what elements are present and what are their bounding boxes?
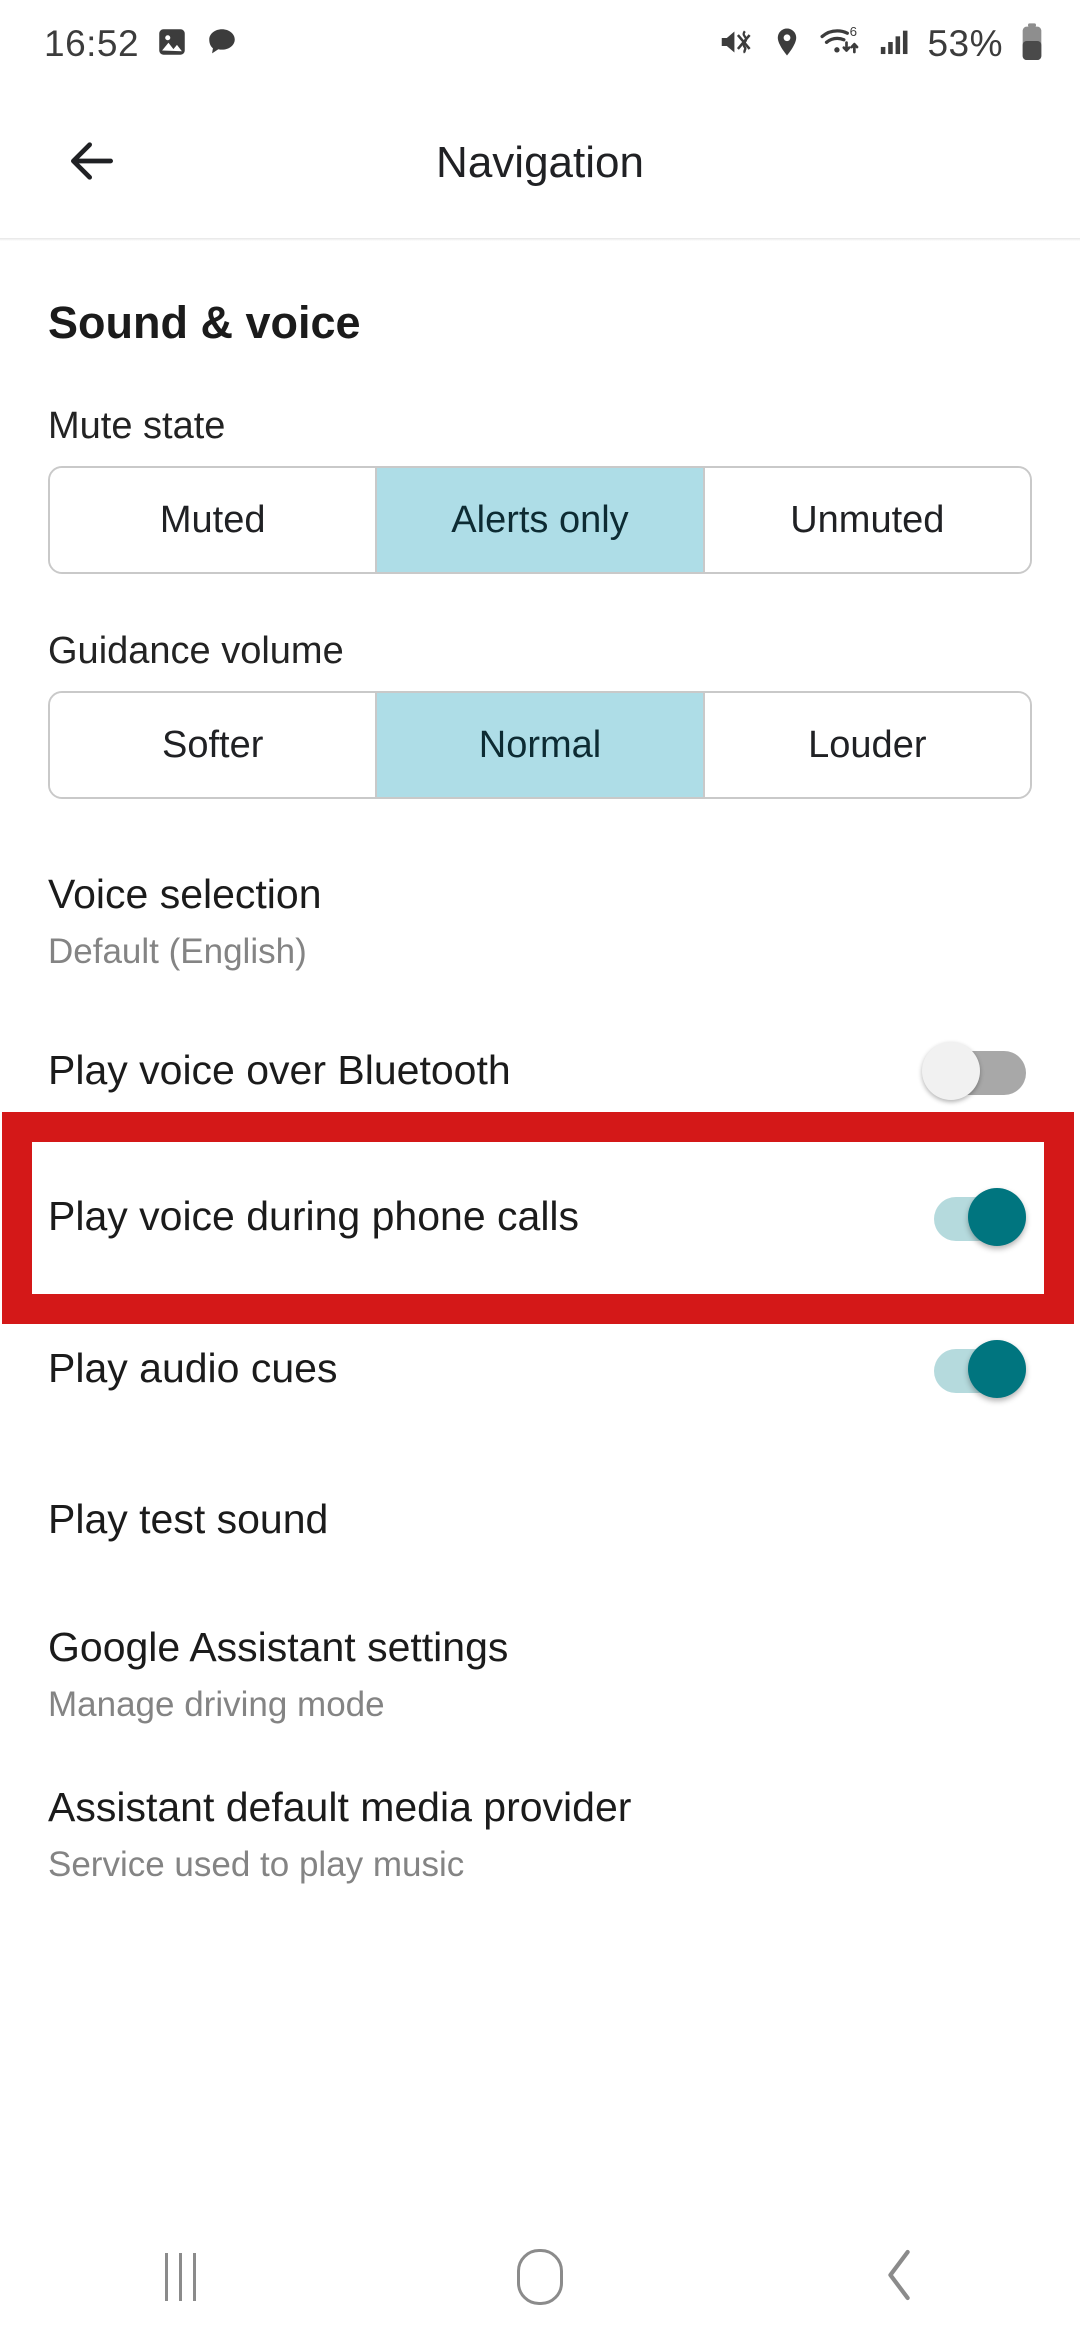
row-play-voice-over-bluetooth[interactable]: Play voice over Bluetooth <box>0 1000 1080 1141</box>
row-play-test-sound-texts: Play test sound <box>48 1468 1032 1571</box>
row-voice-selection-texts: Voice selection Default (English) <box>48 843 1032 1000</box>
arrow-back-icon <box>64 133 120 194</box>
back-chevron-icon <box>877 2246 923 2309</box>
toggle-play-voice-during-phone-calls[interactable] <box>922 1188 1026 1247</box>
row-play-voice-during-phone-calls[interactable]: Play voice during phone calls <box>0 1140 1080 1293</box>
mute-state-label: Mute state <box>48 405 226 447</box>
row-voice-selection[interactable]: Voice selection Default (English) <box>0 843 1080 1001</box>
nav-back-button[interactable] <box>810 2214 990 2340</box>
row-play-voice-during-phone-calls-texts: Play voice during phone calls <box>48 1165 922 1268</box>
recents-icon <box>164 2253 196 2301</box>
guidance-volume-segmented-control[interactable]: Softer Normal Louder <box>48 691 1032 799</box>
back-button[interactable] <box>38 109 146 217</box>
row-google-assistant-settings[interactable]: Google Assistant settings Manage driving… <box>0 1594 1080 1755</box>
system-navigation-bar <box>0 2214 1080 2340</box>
guidance-volume-label: Guidance volume <box>48 630 344 672</box>
toggle-knob <box>968 1188 1026 1247</box>
chat-bubble-icon <box>205 25 239 64</box>
settings-content: Sound & voice Mute state Muted Alerts on… <box>0 241 1080 1915</box>
page-title: Navigation <box>436 138 644 187</box>
status-bar-clock: 16:52 <box>44 23 140 64</box>
row-assistant-default-media-provider[interactable]: Assistant default media provider Service… <box>0 1754 1080 1915</box>
status-bar-left: 16:52 <box>44 23 239 65</box>
home-icon <box>517 2249 563 2305</box>
row-play-test-sound[interactable]: Play test sound <box>0 1444 1080 1595</box>
row-assistant-default-media-provider-texts: Assistant default media provider Service… <box>48 1756 1032 1913</box>
section-title-sound-voice: Sound & voice <box>48 297 361 348</box>
status-bar: 16:52 6 53% <box>0 0 1080 88</box>
mute-vibrate-icon <box>717 23 755 66</box>
mute-state-segmented-control[interactable]: Muted Alerts only Unmuted <box>48 466 1032 574</box>
row-play-test-sound-title: Play test sound <box>48 1495 329 1542</box>
row-voice-selection-title: Voice selection <box>48 871 322 917</box>
gallery-image-icon <box>155 25 189 64</box>
row-play-voice-over-bluetooth-title: Play voice over Bluetooth <box>48 1046 511 1093</box>
cellular-signal-icon <box>878 25 912 64</box>
row-assistant-default-media-provider-title: Assistant default media provider <box>48 1783 632 1830</box>
location-pin-icon <box>770 25 804 64</box>
segment-alerts-only[interactable]: Alerts only <box>377 468 705 572</box>
row-play-audio-cues-title: Play audio cues <box>48 1344 338 1391</box>
app-bar: Navigation <box>0 88 1080 238</box>
nav-home-button[interactable] <box>450 2214 630 2340</box>
segment-muted[interactable]: Muted <box>50 468 378 572</box>
segment-normal[interactable]: Normal <box>377 693 705 797</box>
row-google-assistant-settings-title: Google Assistant settings <box>48 1623 509 1670</box>
wifi-6-icon: 6 <box>819 23 863 66</box>
nav-recents-button[interactable] <box>90 2214 270 2340</box>
toggle-play-audio-cues[interactable] <box>922 1340 1026 1399</box>
toggle-play-voice-over-bluetooth[interactable] <box>922 1042 1026 1101</box>
row-voice-selection-subtitle: Default (English) <box>48 932 307 972</box>
status-bar-right: 6 53% <box>717 22 1046 67</box>
segment-softer[interactable]: Softer <box>50 693 378 797</box>
segment-unmuted[interactable]: Unmuted <box>704 468 1030 572</box>
segment-louder[interactable]: Louder <box>704 693 1030 797</box>
row-play-voice-during-phone-calls-title: Play voice during phone calls <box>48 1192 580 1239</box>
toggle-knob <box>922 1042 980 1101</box>
row-play-audio-cues-texts: Play audio cues <box>48 1317 922 1420</box>
row-google-assistant-settings-texts: Google Assistant settings Manage driving… <box>48 1596 1032 1753</box>
toggle-knob <box>968 1340 1026 1399</box>
row-play-voice-over-bluetooth-texts: Play voice over Bluetooth <box>48 1019 922 1122</box>
battery-percent-label: 53% <box>927 23 1003 64</box>
row-google-assistant-settings-subtitle: Manage driving mode <box>48 1684 385 1724</box>
row-play-audio-cues[interactable]: Play audio cues <box>0 1292 1080 1445</box>
row-assistant-default-media-provider-subtitle: Service used to play music <box>48 1844 465 1884</box>
battery-icon <box>1018 22 1046 67</box>
svg-text:6: 6 <box>850 24 857 39</box>
